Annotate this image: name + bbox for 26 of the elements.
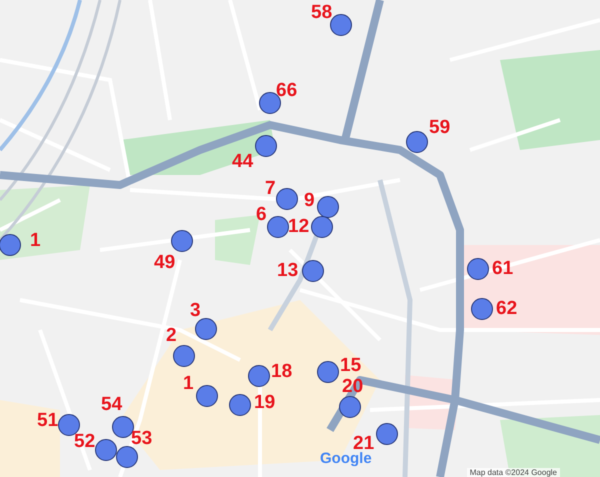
marker-label: 13 — [277, 261, 298, 281]
marker-label: 49 — [154, 253, 176, 273]
marker-label: 53 — [131, 429, 152, 449]
marker-label: 66 — [276, 81, 298, 101]
marker-label: 52 — [74, 432, 96, 452]
marker-label: 15 — [340, 356, 362, 376]
marker-label: 59 — [429, 118, 450, 138]
marker-label: 1 — [183, 374, 194, 394]
marker-label: 19 — [254, 393, 276, 413]
marker-label: 62 — [496, 299, 518, 319]
google-logo: Google — [320, 450, 372, 467]
marker-label: 2 — [166, 326, 177, 346]
marker-label: 58 — [311, 3, 332, 23]
marker-label: 54 — [101, 395, 122, 415]
marker-label: 12 — [288, 217, 310, 237]
marker-label: 51 — [37, 411, 58, 431]
marker-label: 20 — [342, 377, 364, 397]
marker-label: 18 — [271, 362, 292, 382]
marker-label: 44 — [232, 152, 254, 172]
map-attribution: Map data ©2024 Google — [466, 468, 560, 477]
marker-label: 61 — [492, 259, 514, 279]
marker-label: 1 — [30, 231, 41, 251]
marker-label: 9 — [304, 191, 315, 211]
marker-label: 7 — [265, 179, 276, 199]
marker-label: 3 — [190, 301, 201, 321]
marker-label: 6 — [256, 205, 267, 225]
